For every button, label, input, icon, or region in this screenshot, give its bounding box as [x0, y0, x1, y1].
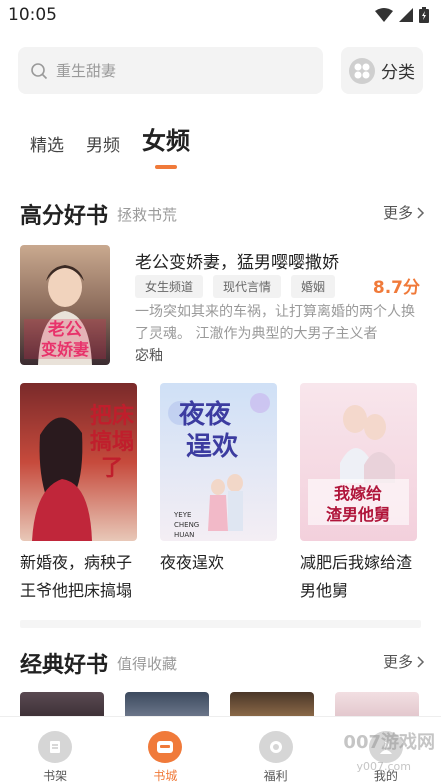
search-row: 重生甜妻 分类 [18, 47, 423, 94]
status-icons [375, 7, 429, 23]
section-subtitle: 值得收藏 [117, 655, 178, 673]
section-title: 经典好书 [20, 653, 109, 678]
search-input[interactable]: 重生甜妻 [18, 47, 323, 94]
book-name[interactable]: 新婚夜，病秧子王爷他把床搞塌了 [20, 549, 137, 605]
tab-female[interactable]: 女频 [142, 121, 190, 169]
svg-text:变娇妻: 变娇妻 [41, 340, 89, 359]
svg-text:渣男他舅: 渣男他舅 [326, 505, 390, 524]
gift-icon [258, 731, 293, 763]
book-card[interactable]: 夜夜 逞欢 YEYE CHENG HUAN 夜夜逞欢 [160, 383, 277, 605]
more-button[interactable]: 更多 [383, 202, 425, 223]
chevron-right-icon [417, 655, 425, 668]
more-label: 更多 [382, 204, 413, 222]
svg-text:了: 了 [101, 456, 123, 481]
tag[interactable]: 现代言情 [213, 275, 282, 298]
book-name[interactable]: 夜夜逞欢 [160, 549, 277, 605]
section-header-classic: 经典好书 值得收藏 更多 [20, 647, 425, 678]
signal-icon [399, 8, 413, 22]
watermark-url: y007.com [356, 760, 412, 773]
book-score: 8.7分 [372, 278, 420, 298]
book-cover[interactable]: 把床 搞塌 了 [20, 383, 137, 541]
bookshelf-icon [38, 731, 73, 763]
nav-label: 书架 [43, 769, 68, 783]
section-divider [20, 620, 421, 628]
tab-male[interactable]: 男频 [86, 131, 120, 156]
nav-welfare[interactable]: 福利 [221, 717, 331, 784]
featured-book[interactable]: 老公 变娇妻 老公变娇妻，猛男嘤嘤撒娇 女生频道 现代言情 婚姻 8.7分 一场… [20, 245, 425, 365]
book-author: 宓釉 [135, 348, 163, 364]
book-name[interactable]: 减肥后我嫁给渣男他舅 [300, 549, 417, 605]
category-icon [349, 57, 375, 84]
wifi-icon [375, 8, 393, 22]
svg-text:CHENG: CHENG [174, 521, 199, 529]
category-label: 分类 [381, 63, 415, 83]
nav-label: 书城 [153, 769, 178, 783]
bookstore-icon [148, 731, 183, 763]
nav-bookstore[interactable]: 书城 [110, 717, 220, 784]
svg-text:夜夜: 夜夜 [178, 399, 232, 430]
status-bar: 10:05 [0, 0, 441, 32]
channel-tabs: 精选 男频 女频 [30, 112, 190, 169]
svg-text:我嫁给: 我嫁给 [334, 484, 382, 503]
search-icon [31, 62, 48, 79]
tab-featured[interactable]: 精选 [30, 131, 64, 156]
svg-text:把床: 把床 [90, 403, 135, 429]
book-card[interactable]: 把床 搞塌 了 新婚夜，病秧子王爷他把床搞塌了 [20, 383, 137, 605]
book-cover[interactable]: 我嫁给 渣男他舅 [300, 383, 417, 541]
book-card[interactable]: 我嫁给 渣男他舅 减肥后我嫁给渣男他舅 [300, 383, 417, 605]
nav-label: 福利 [263, 769, 288, 783]
section-header-high: 高分好书 拯救书荒 更多 [20, 198, 425, 229]
chevron-right-icon [417, 206, 425, 219]
status-time: 10:05 [8, 5, 57, 25]
book-title[interactable]: 老公变娇妻，猛男嘤嘤撒娇 [135, 248, 339, 273]
svg-text:YEYE: YEYE [173, 511, 191, 519]
section-title: 高分好书 [20, 204, 109, 229]
svg-text:搞塌: 搞塌 [90, 429, 134, 455]
section-subtitle: 拯救书荒 [117, 206, 178, 224]
svg-text:HUAN: HUAN [174, 531, 194, 539]
book-grid: 把床 搞塌 了 新婚夜，病秧子王爷他把床搞塌了 夜夜 逞欢 YEYE CHENG [20, 383, 425, 608]
search-placeholder: 重生甜妻 [56, 62, 117, 80]
battery-icon [419, 7, 429, 23]
book-cover[interactable]: 夜夜 逞欢 YEYE CHENG HUAN [160, 383, 277, 541]
cover-title-text: 老公 [47, 319, 82, 340]
category-button[interactable]: 分类 [341, 47, 423, 94]
more-label: 更多 [382, 653, 413, 671]
book-description: 一场突如其来的车祸，让打算离婚的两个人换了灵魂。 江澈作为典型的大男子主义者 [135, 304, 415, 342]
tag[interactable]: 婚姻 [291, 275, 336, 298]
watermark-text: 007游戏网 [343, 732, 435, 753]
book-cover[interactable]: 老公 变娇妻 [20, 245, 110, 365]
tag[interactable]: 女生频道 [135, 275, 204, 298]
svg-text:逞欢: 逞欢 [186, 432, 239, 462]
nav-bookshelf[interactable]: 书架 [0, 717, 110, 784]
more-button[interactable]: 更多 [383, 651, 425, 672]
tag-list: 女生频道 现代言情 婚姻 [135, 275, 336, 298]
